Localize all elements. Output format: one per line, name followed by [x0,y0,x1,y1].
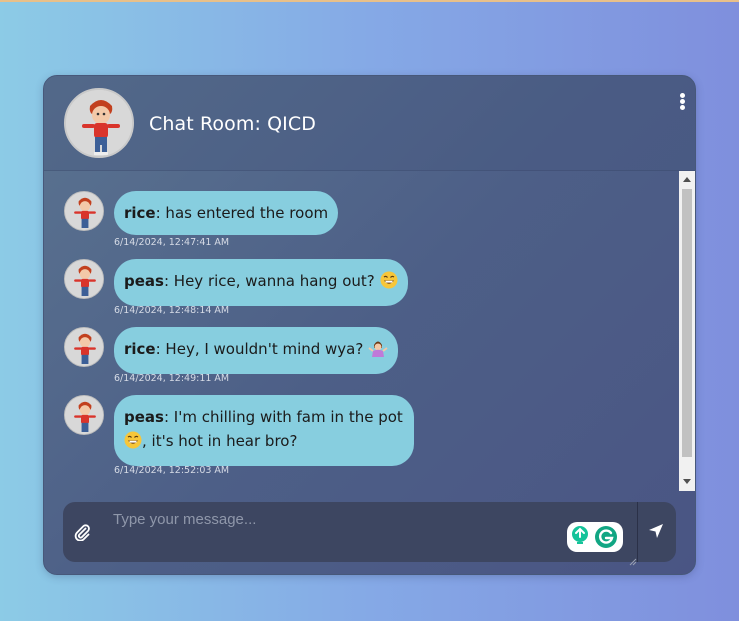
scroll-up-arrow-icon[interactable] [683,177,691,182]
user-avatar [64,327,104,367]
chat-header: Chat Room: QICD [44,76,695,171]
message-username: rice [124,340,156,358]
message-text-continued: , it's hot in hear bro? [142,432,298,450]
user-avatar [64,259,104,299]
message-list: rice: has entered the room 6/14/2024, 12… [44,171,680,491]
send-button[interactable] [639,502,676,562]
message-bubble: rice: Hey, I wouldn't mind wya? [114,327,399,374]
message-scrollbar[interactable] [679,171,695,491]
top-edge-line [0,0,739,2]
chat-window: Chat Room: QICD rice: has entered the ro… [43,75,696,575]
person-shrugging-emoji-icon [368,339,388,364]
room-title: Chat Room: QICD [149,113,316,135]
message-username: peas [124,408,164,426]
message-bubble: peas: Hey rice, wanna hang out? [114,259,408,306]
message-bubble: peas: I'm chilling with fam in the pot ,… [114,395,414,466]
message-text: : has entered the room [155,204,329,222]
message-text: : Hey, I wouldn't mind wya? [155,340,369,358]
more-vertical-icon[interactable] [677,93,687,113]
paperclip-icon[interactable] [73,523,91,542]
message-timestamp: 6/14/2024, 12:49:11 AM [114,373,230,384]
message-timestamp: 6/14/2024, 12:47:41 AM [114,237,230,248]
scroll-down-arrow-icon[interactable] [683,479,691,484]
composer-divider [637,502,638,562]
send-arrow-icon [648,523,664,539]
grinning-sweat-emoji-icon [380,271,398,296]
message-timestamp: 6/14/2024, 12:48:14 AM [114,305,230,316]
message-text: : I'm chilling with fam in the pot [163,408,403,426]
scroll-thumb[interactable] [682,189,692,457]
room-avatar [64,88,134,158]
message-username: rice [124,204,156,222]
grammarly-widget[interactable] [567,522,623,552]
message-timestamp: 6/14/2024, 12:52:03 AM [114,465,230,476]
message-text: : Hey rice, wanna hang out? [163,272,380,290]
user-avatar [64,191,104,231]
message-username: peas [124,272,164,290]
user-avatar [64,395,104,435]
resize-grip-icon[interactable] [629,551,637,566]
message-bubble: rice: has entered the room [114,191,339,235]
message-input[interactable] [103,502,638,562]
grinning-sweat-emoji-icon [124,431,142,456]
composer-bar [63,502,676,566]
